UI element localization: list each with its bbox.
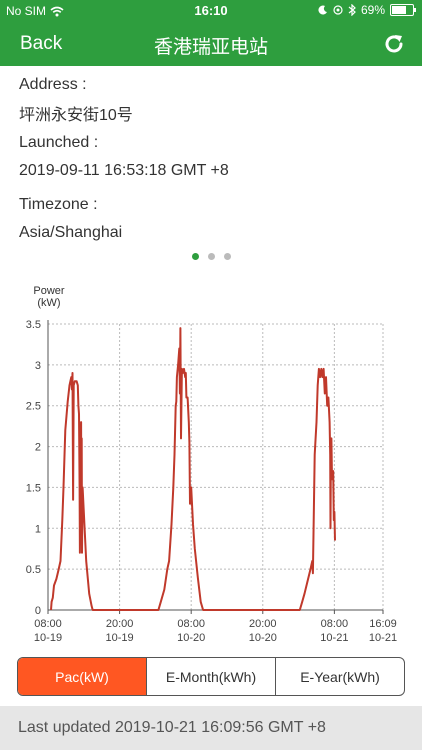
power-chart: 0 0.5 1 1.5 2 2.5 3 3.5 08:00 10-19 20:00 10-19 08:0… — [26, 285, 397, 644]
y-tick-label: 0.5 — [26, 564, 41, 576]
timezone-value: Asia/Shanghai — [19, 224, 123, 241]
page-dot-3[interactable] — [223, 253, 231, 260]
y-tick-label: 2.5 — [26, 401, 41, 413]
bluetooth-icon — [348, 4, 356, 16]
nav-bar: Back 香港瑞亚电站 — [0, 22, 422, 66]
last-updated-text: Last updated 2019-10-21 16:09:56 GMT +8 — [18, 719, 326, 736]
tab-pac[interactable]: Pac(kW) — [18, 658, 146, 695]
x-tick-date: 10-20 — [177, 632, 205, 644]
footer-bar: Last updated 2019-10-21 16:09:56 GMT +8 — [0, 706, 422, 750]
x-tick-date: 10-21 — [320, 632, 348, 644]
battery-icon — [390, 4, 416, 16]
y-tick-label: 3.5 — [26, 319, 41, 331]
pac-series-line — [50, 327, 336, 611]
timezone-label: Timezone : — [19, 196, 98, 213]
back-button[interactable]: Back — [20, 33, 62, 55]
status-bar: No SIM 16:10 69% — [0, 0, 422, 22]
x-tick-date: 10-20 — [249, 632, 277, 644]
page-indicator[interactable] — [0, 253, 422, 260]
address-label: Address : — [19, 76, 87, 93]
page-dot-2[interactable] — [207, 253, 215, 260]
y-tick-label: 3 — [35, 360, 41, 372]
launched-label: Launched : — [19, 134, 99, 151]
launched-value: 2019-09-11 16:53:18 GMT +8 — [19, 162, 229, 179]
x-tick-time: 08:00 — [34, 618, 62, 630]
y-axis-unit: (kW) — [37, 297, 60, 309]
y-axis-label: Power — [33, 285, 65, 297]
tab-e-year[interactable]: E-Year(kWh) — [275, 658, 404, 695]
x-tick-date: 10-19 — [34, 632, 62, 644]
refresh-icon[interactable] — [382, 32, 406, 56]
address-value: 坪洲永安街10号 — [19, 107, 133, 124]
x-tick-time: 20:00 — [106, 618, 134, 630]
x-tick-date: 10-19 — [106, 632, 134, 644]
y-tick-label: 2 — [35, 442, 41, 454]
moon-icon — [318, 5, 327, 15]
status-right: 69% — [318, 3, 416, 17]
x-tick-time: 20:00 — [249, 618, 277, 630]
battery-percent: 69% — [360, 3, 385, 17]
x-tick-time: 16:09 — [369, 618, 397, 630]
chart-type-tabs: Pac(kW) E-Month(kWh) E-Year(kWh) — [17, 657, 405, 696]
y-tick-label: 1.5 — [26, 482, 41, 494]
x-tick-date: 10-21 — [369, 632, 397, 644]
y-tick-label: 1 — [35, 523, 41, 535]
x-tick-time: 08:00 — [321, 618, 349, 630]
x-tick-time: 08:00 — [177, 618, 205, 630]
page-title: 香港瑞亚电站 — [153, 36, 268, 58]
page-dot-1[interactable] — [191, 253, 199, 260]
tab-e-month[interactable]: E-Month(kWh) — [146, 658, 275, 695]
y-tick-label: 0 — [35, 605, 41, 617]
location-icon — [333, 5, 343, 15]
